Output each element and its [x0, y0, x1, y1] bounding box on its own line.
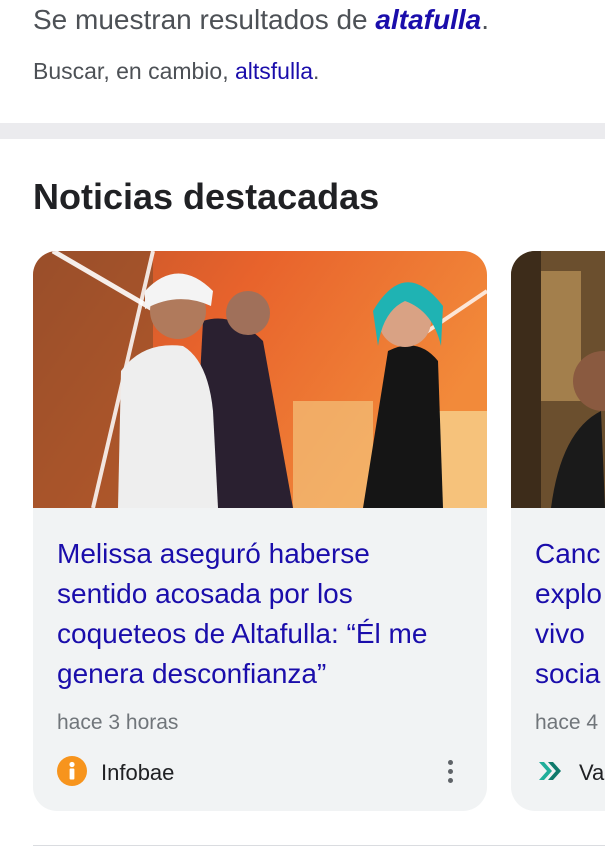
news-source-row: Va	[535, 754, 605, 788]
news-headline-link[interactable]: Canc explo vivo socia	[535, 534, 605, 694]
news-photo-image	[33, 251, 487, 508]
vanguardia-logo-icon	[539, 762, 561, 780]
instead-prefix: Buscar, en cambio,	[33, 58, 235, 84]
instead-suffix: .	[312, 58, 320, 84]
original-query-link[interactable]: altsfulla	[235, 58, 313, 84]
news-photo-image	[511, 251, 605, 508]
corrected-query-link[interactable]: altafulla	[375, 4, 481, 35]
news-headline-link[interactable]: Melissa aseguró haberse sentido acosada …	[57, 534, 467, 694]
bottom-divider	[33, 845, 605, 846]
more-dot-icon	[447, 759, 453, 765]
top-stories-title: Noticias destacadas	[33, 176, 380, 217]
search-instead-line: Buscar, en cambio, altsfulla.	[33, 58, 319, 85]
showing-results-line: Se muestran resultados de altafulla.	[33, 4, 489, 36]
news-timestamp: hace 4	[535, 711, 599, 734]
more-dot-icon	[447, 777, 453, 783]
more-dot-icon	[447, 768, 453, 774]
top-stories-carousel[interactable]: Melissa aseguró haberse sentido acosada …	[0, 251, 605, 811]
news-source-row: Infobae	[57, 754, 467, 788]
infobae-logo-icon	[57, 756, 87, 786]
news-source-name: Va	[579, 760, 605, 785]
news-thumbnail[interactable]	[511, 251, 605, 508]
news-timestamp: hace 3 horas	[57, 711, 179, 734]
news-thumbnail[interactable]	[33, 251, 487, 508]
news-source-name: Infobae	[101, 760, 175, 785]
news-card[interactable]: Canc explo vivo socia hace 4 Va	[511, 251, 605, 811]
showing-prefix: Se muestran resultados de	[33, 4, 376, 35]
section-divider	[0, 123, 605, 139]
news-card[interactable]: Melissa aseguró haberse sentido acosada …	[33, 251, 487, 811]
more-options-button[interactable]	[433, 754, 467, 788]
showing-suffix: .	[481, 4, 490, 35]
